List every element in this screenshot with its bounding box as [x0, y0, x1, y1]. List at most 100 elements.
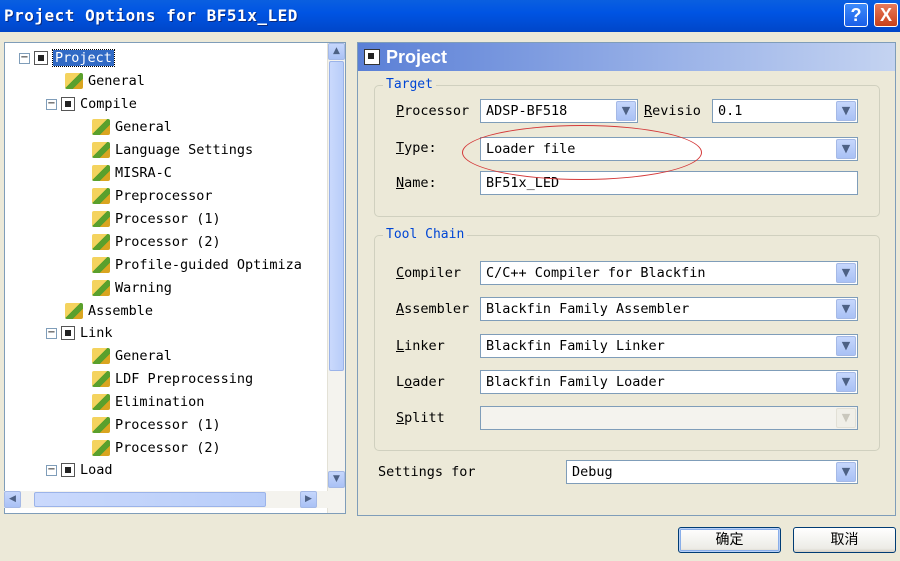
tree-item-label: Link	[80, 325, 113, 341]
tree-item-processor-2[interactable]: Processor (2)	[92, 232, 221, 252]
options-tree[interactable]: − Project General − Compile General Lang…	[4, 42, 346, 514]
settings-page-icon	[92, 119, 110, 135]
cancel-button[interactable]: 取消	[793, 527, 896, 553]
help-button[interactable]: ?	[844, 3, 868, 27]
ok-button[interactable]: 确定	[678, 527, 781, 553]
tree-item-load[interactable]: − Load	[46, 460, 113, 480]
settings-page-icon	[92, 417, 110, 433]
settings-page-icon	[92, 394, 110, 410]
tree-item-label: General	[115, 348, 172, 364]
options-panel: Project Target Processor ADSP-BF518 ▼ Re…	[357, 42, 896, 516]
folder-icon	[61, 326, 75, 340]
chevron-down-icon[interactable]: ▼	[836, 101, 856, 121]
scroll-right-icon[interactable]: ▶	[300, 491, 317, 508]
chevron-down-icon[interactable]: ▼	[836, 462, 856, 482]
collapse-icon[interactable]: −	[46, 327, 57, 339]
type-select[interactable]: Loader file ▼	[480, 137, 858, 161]
chevron-down-icon: ▼	[836, 408, 856, 428]
tree-item-assemble[interactable]: Assemble	[65, 301, 153, 321]
folder-icon	[61, 97, 75, 111]
chevron-down-icon[interactable]: ▼	[836, 372, 856, 392]
project-icon	[34, 51, 48, 65]
tree-item-elimination[interactable]: Elimination	[92, 392, 204, 412]
chevron-down-icon[interactable]: ▼	[836, 263, 856, 283]
tree-item-compile-general[interactable]: General	[92, 117, 172, 137]
tree-item-processor-1[interactable]: Processor (1)	[92, 209, 221, 229]
scroll-up-icon[interactable]: ▲	[328, 43, 345, 60]
vertical-scroll-thumb[interactable]	[329, 61, 344, 371]
revision-label: Revisio	[644, 103, 701, 119]
tree-item-link[interactable]: − Link	[46, 323, 113, 343]
scroll-down-icon[interactable]: ▼	[328, 471, 345, 488]
settings-page-icon	[92, 142, 110, 158]
tree-item-label: Profile-guided Optimiza	[115, 257, 302, 273]
tree-item-label: Preprocessor	[115, 188, 213, 204]
settings-page-icon	[92, 165, 110, 181]
tree-item-profile-guided[interactable]: Profile-guided Optimiza	[92, 255, 302, 275]
tree-item-compile[interactable]: − Compile	[46, 94, 137, 114]
loader-select[interactable]: Blackfin Family Loader ▼	[480, 370, 858, 394]
chevron-down-icon[interactable]: ▼	[836, 299, 856, 319]
chevron-down-icon[interactable]: ▼	[836, 336, 856, 356]
tree-vertical-scrollbar[interactable]: ▲ ▼	[327, 43, 345, 513]
processor-select[interactable]: ADSP-BF518 ▼	[480, 99, 638, 123]
tree-item-label: LDF Preprocessing	[115, 371, 254, 387]
tree-item-project[interactable]: − Project	[19, 48, 115, 68]
folder-icon	[61, 463, 75, 477]
settings-for-select[interactable]: Debug ▼	[566, 460, 858, 484]
tree-item-label: Load	[80, 462, 113, 478]
linker-label: Linker	[396, 338, 445, 354]
title-bar: Project Options for BF51x_LED ? X	[0, 0, 900, 32]
settings-page-icon	[92, 257, 110, 273]
target-group-title: Target	[383, 77, 436, 92]
tree-horizontal-scrollbar[interactable]: ◀ ▶	[4, 491, 329, 508]
collapse-icon[interactable]: −	[19, 52, 30, 64]
horizontal-scroll-thumb[interactable]	[34, 492, 266, 507]
project-name-field[interactable]: BF51x_LED	[480, 171, 858, 195]
tree-item-label: Warning	[115, 280, 172, 296]
collapse-icon[interactable]: −	[46, 464, 57, 476]
tree-item-link-processor-1[interactable]: Processor (1)	[92, 415, 221, 435]
settings-page-icon	[92, 280, 110, 296]
tree-item-ldf-preprocessing[interactable]: LDF Preprocessing	[92, 369, 253, 389]
panel-header: Project	[358, 43, 895, 71]
splitter-select: ▼	[480, 406, 858, 430]
settings-page-icon	[92, 211, 110, 227]
tree-item-label: Elimination	[115, 394, 205, 410]
compiler-select[interactable]: C/C++ Compiler for Blackfin ▼	[480, 261, 858, 285]
scroll-left-icon[interactable]: ◀	[4, 491, 21, 508]
tree-item-label: Processor (1)	[115, 211, 221, 227]
chevron-down-icon[interactable]: ▼	[616, 101, 636, 121]
revision-select[interactable]: 0.1 ▼	[712, 99, 858, 123]
tree-item-label: MISRA-C	[115, 165, 172, 181]
name-label: Name:	[396, 175, 437, 191]
tree-item-general[interactable]: General	[65, 71, 145, 91]
compiler-label: Compiler	[396, 265, 462, 281]
window-title: Project Options for BF51x_LED	[4, 6, 298, 25]
assembler-select[interactable]: Blackfin Family Assembler ▼	[480, 297, 858, 321]
tree-item-label: Assemble	[88, 303, 154, 319]
tree-item-label: Processor (2)	[115, 440, 221, 456]
settings-page-icon	[92, 371, 110, 387]
tree-item-misra-c[interactable]: MISRA-C	[92, 163, 172, 183]
tree-item-link-processor-2[interactable]: Processor (2)	[92, 438, 221, 458]
tree-item-warning[interactable]: Warning	[92, 278, 172, 298]
settings-page-icon	[92, 440, 110, 456]
close-button[interactable]: X	[874, 3, 898, 27]
project-icon	[364, 49, 380, 65]
tree-item-language-settings[interactable]: Language Settings	[92, 140, 253, 160]
linker-select[interactable]: Blackfin Family Linker ▼	[480, 334, 858, 358]
tree-item-label: General	[88, 73, 145, 89]
collapse-icon[interactable]: −	[46, 98, 57, 110]
tree-item-label: Project	[52, 49, 115, 67]
settings-page-icon	[92, 188, 110, 204]
chevron-down-icon[interactable]: ▼	[836, 139, 856, 159]
settings-page-icon	[65, 303, 83, 319]
loader-label: Loader	[396, 374, 445, 390]
settings-page-icon	[92, 348, 110, 364]
tree-item-label: General	[115, 119, 172, 135]
tree-item-preprocessor[interactable]: Preprocessor	[92, 186, 213, 206]
tree-item-label: Compile	[80, 96, 137, 112]
tree-item-link-general[interactable]: General	[92, 346, 172, 366]
settings-for-label: Settings for	[378, 464, 476, 480]
